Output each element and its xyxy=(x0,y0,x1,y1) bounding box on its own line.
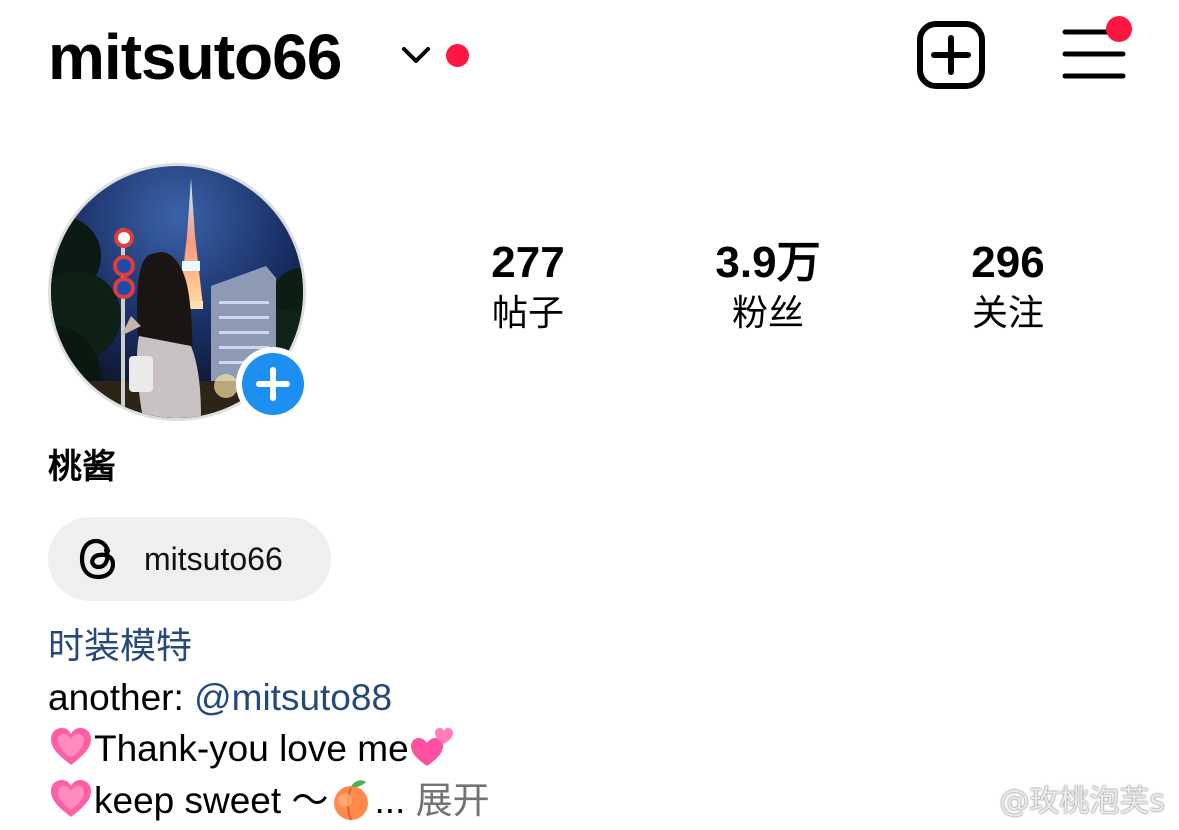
bio-thanks-text: Thank-you love me xyxy=(94,728,409,769)
display-name: 桃酱 xyxy=(48,447,116,487)
plus-square-icon[interactable] xyxy=(916,20,986,90)
chevron-down-icon[interactable] xyxy=(398,40,434,70)
watermark: @玫桃泡芙s xyxy=(953,782,1165,822)
followers-label: 粉丝 xyxy=(731,293,804,334)
posts-label: 帖子 xyxy=(491,293,564,334)
plus-icon xyxy=(256,367,290,401)
watermark-text: @玫桃泡芙s xyxy=(999,784,1165,819)
pink-heart-emoji-icon xyxy=(48,776,94,822)
bio-another-prefix: another: xyxy=(48,677,195,718)
add-story-button[interactable] xyxy=(236,347,310,421)
bio-ellipsis: ... xyxy=(374,780,416,821)
notification-dot xyxy=(446,44,469,67)
two-hearts-emoji-icon xyxy=(409,724,455,770)
profile-username[interactable]: mitsuto66 xyxy=(48,18,342,96)
posts-count: 277 xyxy=(491,238,565,287)
mention-link[interactable]: @mitsuto88 xyxy=(194,677,392,718)
expand-bio-link[interactable]: 展开 xyxy=(416,779,490,822)
followers-count: 3.9万 xyxy=(715,238,821,287)
menu-notification-dot xyxy=(1106,16,1132,42)
stat-followers[interactable]: 3.9万 粉丝 xyxy=(668,237,868,339)
weibo-icon xyxy=(954,788,997,820)
stat-following[interactable]: 296 关注 xyxy=(908,237,1108,339)
threads-icon xyxy=(79,538,116,580)
following-label: 关注 xyxy=(971,293,1044,334)
bio-sweet-text: keep sweet ～ xyxy=(94,780,329,821)
bio-sweet-line: keep sweet ～ ... 展开 xyxy=(48,776,490,826)
threads-handle: mitsuto66 xyxy=(144,541,283,577)
pink-heart-emoji-icon xyxy=(48,724,94,770)
stat-posts[interactable]: 277 帖子 xyxy=(428,237,628,339)
following-count: 296 xyxy=(971,238,1045,287)
peach-emoji-icon xyxy=(328,776,374,822)
profile-category: 时装模特 xyxy=(48,626,193,667)
bio-thanks-line: Thank-you love me xyxy=(48,724,455,774)
bio-another-line: another: @mitsuto88 xyxy=(48,673,392,723)
threads-badge-button[interactable]: mitsuto66 xyxy=(48,517,331,601)
